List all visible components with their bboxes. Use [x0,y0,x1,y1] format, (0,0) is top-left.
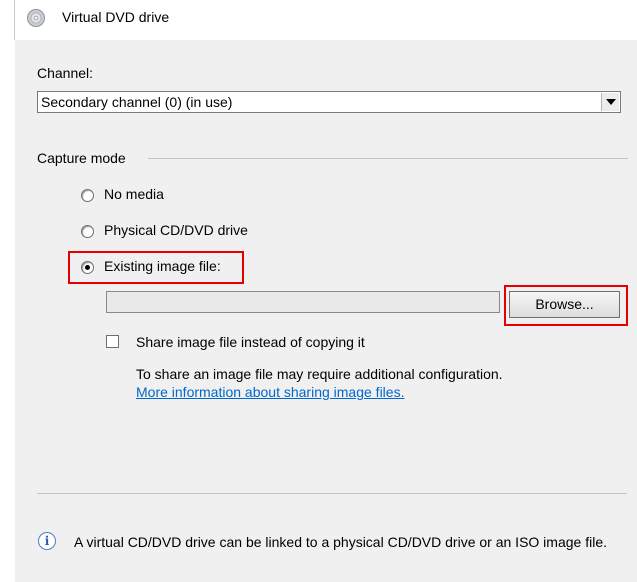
page-title: Virtual DVD drive [62,9,170,25]
radio-no-media[interactable] [81,189,94,202]
channel-select[interactable]: Secondary channel (0) (in use) [37,91,621,113]
share-image-checkbox[interactable] [106,335,119,348]
footer-divider [37,493,627,494]
share-info-link[interactable]: More information about sharing image fil… [136,384,404,400]
radio-physical-drive-label[interactable]: Physical CD/DVD drive [104,222,248,238]
header-bar: Virtual DVD drive [0,0,637,40]
share-note-text: To share an image file may require addit… [136,366,503,382]
capture-mode-group-label: Capture mode [37,150,126,166]
channel-select-value: Secondary channel (0) (in use) [41,94,233,110]
share-image-label[interactable]: Share image file instead of copying it [136,334,365,350]
radio-selected-dot [85,265,90,270]
image-path-input[interactable] [106,291,500,313]
radio-physical-drive[interactable] [81,225,94,238]
channel-label: Channel: [37,65,94,81]
footer-info-text: A virtual CD/DVD drive can be linked to … [74,534,607,550]
chevron-down-icon[interactable] [601,93,619,111]
header-divider [14,0,15,40]
radio-no-media-label[interactable]: No media [104,186,164,202]
browse-button[interactable]: Browse... [509,291,620,318]
group-divider [148,158,628,159]
radio-existing-image-label[interactable]: Existing image file: [104,258,221,274]
radio-existing-image[interactable] [81,261,94,274]
dvd-drive-icon [27,9,45,27]
info-icon: i [38,532,56,550]
